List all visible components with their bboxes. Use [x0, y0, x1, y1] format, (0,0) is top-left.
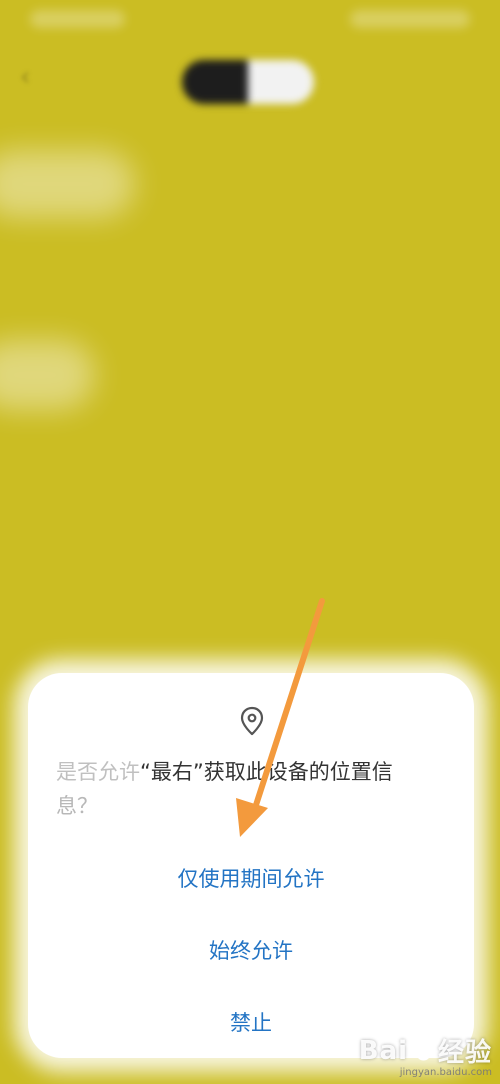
- location-permission-dialog: 是否允许“最右”获取此设备的位置信 息？ 仅使用期间允许 始终允许 禁止: [28, 673, 474, 1058]
- watermark-brand-left: Bai: [358, 1035, 408, 1066]
- pill-segment-dark: [182, 60, 248, 104]
- blurred-toggle-pill: [182, 60, 314, 104]
- location-pin-icon: [240, 706, 264, 736]
- message-text-main: “最右”获取此设备的位置信: [140, 760, 393, 784]
- cloud-decoration: [0, 340, 95, 410]
- allow-always-button[interactable]: 始终允许: [28, 935, 474, 965]
- message-text-end: 息？: [56, 794, 98, 818]
- watermark-brand-right: 经验: [437, 1038, 492, 1068]
- permission-message: 是否允许“最右”获取此设备的位置信 息？: [56, 755, 448, 823]
- status-bar-left: [30, 10, 125, 28]
- pill-segment-light: [248, 60, 314, 104]
- allow-while-using-button[interactable]: 仅使用期间允许: [28, 863, 474, 893]
- watermark-domain: jingyan.baidu.com: [399, 1067, 492, 1078]
- status-bar-right: [350, 10, 470, 28]
- cloud-decoration: [0, 150, 135, 218]
- baidu-paw-icon: [412, 1039, 434, 1060]
- back-arrow-icon[interactable]: ‹: [20, 62, 30, 92]
- baidu-jingyan-watermark: Bai 经验 jingyan.baidu.com: [358, 1032, 492, 1079]
- message-text-start: 是否允许: [56, 760, 140, 784]
